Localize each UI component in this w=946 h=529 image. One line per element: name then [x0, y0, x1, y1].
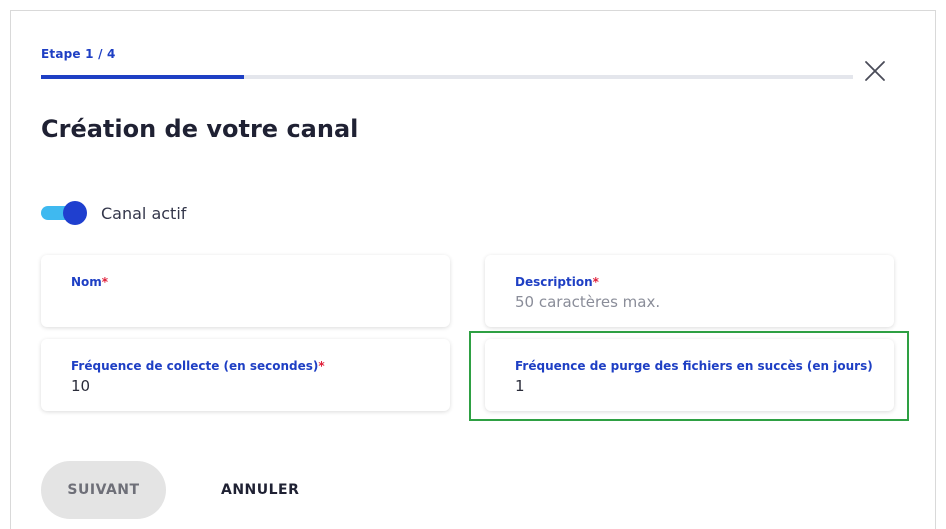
close-icon [865, 61, 885, 81]
toggle-knob [63, 201, 87, 225]
channel-creation-dialog: Etape 1 / 4 Création de votre canal Cana… [10, 10, 936, 529]
purge-frequency-label: Fréquence de purge des fichiers en succè… [515, 359, 873, 373]
purge-frequency-value: 1 [515, 377, 525, 395]
description-field[interactable]: Description* 50 caractères max. [485, 255, 894, 327]
name-field-label: Nom* [71, 275, 108, 289]
step-progress-fill [41, 75, 244, 79]
collection-frequency-label: Fréquence de collecte (en secondes)* [71, 359, 325, 373]
name-label-text: Nom [71, 275, 102, 289]
required-marker: * [318, 359, 325, 373]
cancel-button[interactable]: ANNULER [207, 461, 313, 519]
step-progress-bar [41, 75, 853, 79]
description-field-label: Description* [515, 275, 599, 289]
close-button[interactable] [862, 58, 888, 84]
required-marker: * [101, 275, 109, 289]
channel-active-toggle[interactable] [41, 201, 89, 225]
step-indicator: Etape 1 / 4 [41, 47, 116, 61]
channel-active-toggle-row: Canal actif [41, 201, 186, 225]
name-field[interactable]: Nom* [41, 255, 450, 327]
purge-frequency-field[interactable]: Fréquence de purge des fichiers en succè… [485, 339, 894, 411]
collection-frequency-label-text: Fréquence de collecte (en secondes) [71, 359, 319, 373]
description-field-placeholder: 50 caractères max. [515, 293, 661, 311]
collection-frequency-value: 10 [71, 377, 91, 395]
collection-frequency-field[interactable]: Fréquence de collecte (en secondes)* 10 [41, 339, 450, 411]
description-label-text: Description [515, 275, 593, 289]
page-title: Création de votre canal [41, 115, 359, 143]
next-button[interactable]: SUIVANT [41, 461, 166, 519]
toggle-label: Canal actif [101, 203, 187, 223]
required-marker: * [592, 275, 599, 289]
